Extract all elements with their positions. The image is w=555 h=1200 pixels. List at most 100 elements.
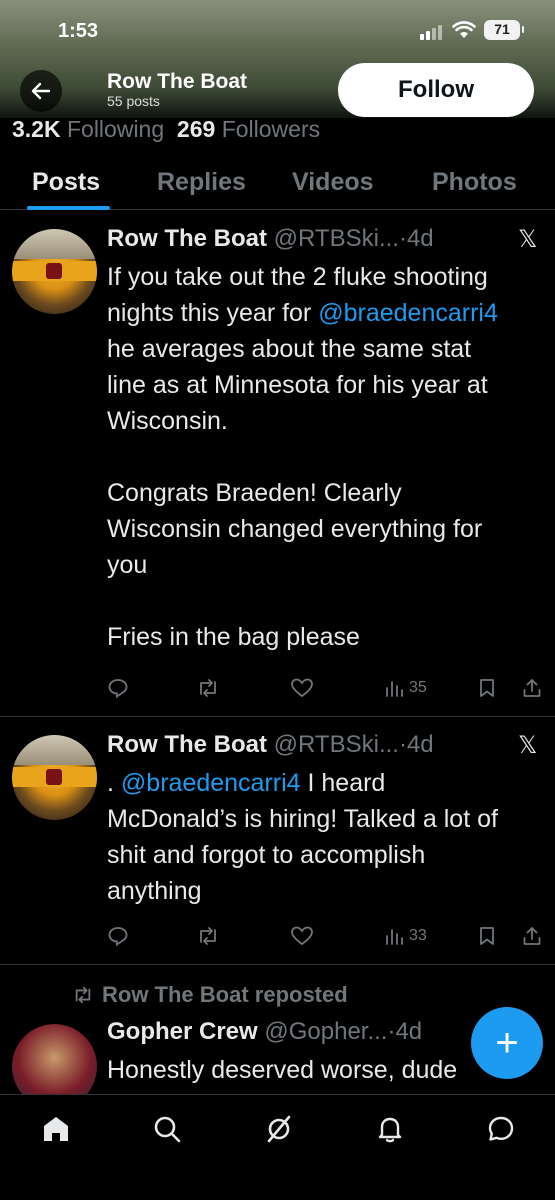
post-line: shit and forgot to accomplish <box>107 841 426 869</box>
heart-icon <box>291 678 313 698</box>
share-button[interactable] <box>521 921 543 951</box>
followers-count[interactable]: 269 <box>177 116 215 142</box>
avatar[interactable] <box>12 735 97 820</box>
views-button[interactable]: 35 <box>384 673 427 703</box>
post-2[interactable]: Row The Boat @RTBSki...·4d 𝕏 . @braedenc… <box>0 717 555 965</box>
views-chart-icon <box>386 929 403 945</box>
like-button[interactable] <box>290 673 314 703</box>
tab-replies[interactable]: Replies <box>157 168 246 197</box>
nav-search[interactable] <box>149 1111 185 1147</box>
author-name[interactable]: Row The Boat <box>107 225 267 252</box>
status-time: 1:53 <box>58 20 99 42</box>
post-header: Gopher Crew @Gopher...·4d <box>107 1018 422 1046</box>
share-button[interactable] <box>521 673 543 703</box>
post-line: he averages about the same stat <box>107 335 472 363</box>
tab-posts[interactable]: Posts <box>32 168 100 197</box>
bottom-navigation <box>0 1094 555 1200</box>
arrow-left-icon <box>31 82 51 100</box>
post-line: you <box>107 551 148 579</box>
post-time: ·4d <box>398 225 434 252</box>
search-icon <box>154 1116 181 1143</box>
author-handle[interactable]: @RTBSki... <box>274 225 399 252</box>
views-button[interactable]: 33 <box>384 921 427 951</box>
bell-icon <box>378 1117 402 1143</box>
battery-level: 71 <box>494 21 510 37</box>
tab-videos[interactable]: Videos <box>292 168 374 197</box>
post-actions: 35 <box>0 673 555 703</box>
post-line: Fries in the bag please <box>107 623 360 651</box>
post-actions: 33 <box>0 921 555 951</box>
author-name[interactable]: Gopher Crew <box>107 1018 258 1045</box>
profile-tabs: Posts Replies Videos Photos <box>0 156 555 210</box>
compose-post-button[interactable]: + <box>471 1007 543 1079</box>
author-handle[interactable]: @Gopher... <box>264 1018 387 1045</box>
post-line: anything <box>107 877 202 905</box>
repost-indicator[interactable]: Row The Boat reposted <box>70 982 348 1008</box>
bookmark-icon <box>480 927 494 945</box>
mention-link[interactable]: @braedencarri4 <box>121 769 301 797</box>
post-time: ·4d <box>398 731 434 758</box>
x-logo-icon[interactable]: 𝕏 <box>518 731 537 760</box>
repost-button[interactable] <box>196 921 220 951</box>
following-label[interactable]: Following <box>67 116 164 142</box>
repost-button[interactable] <box>196 673 220 703</box>
share-icon <box>523 927 541 945</box>
views-count: 33 <box>409 927 427 944</box>
post-header: Row The Boat @RTBSki...·4d <box>107 225 434 253</box>
nav-notifications[interactable] <box>372 1111 408 1147</box>
reply-icon <box>108 927 128 947</box>
posts-count: 55 posts <box>107 93 160 109</box>
author-name[interactable]: Row The Boat <box>107 731 267 758</box>
like-button[interactable] <box>290 921 314 951</box>
x-logo-icon[interactable]: 𝕏 <box>518 225 537 254</box>
follow-stats: 3.2K Following 269 Followers <box>12 116 320 143</box>
repost-icon <box>200 927 216 945</box>
bookmark-icon <box>480 679 494 697</box>
post-line: Wisconsin. <box>107 407 228 435</box>
mention-link[interactable]: @braedencarri4 <box>318 299 498 327</box>
post-line: nights this year for @braedencarri4 <box>107 299 498 327</box>
post-line: Congrats Braeden! Clearly <box>107 479 402 507</box>
views-count: 35 <box>409 679 427 696</box>
repost-label: Row The Boat reposted <box>102 982 348 1007</box>
back-button[interactable] <box>20 70 62 112</box>
repost-icon <box>200 679 216 697</box>
nav-messages[interactable] <box>483 1111 519 1147</box>
post-text: If you take out the 2 fluke shooting nig… <box>107 259 547 655</box>
nav-home[interactable] <box>38 1111 74 1147</box>
cellular-signal-icon <box>420 24 446 40</box>
bookmark-button[interactable] <box>477 673 497 703</box>
grok-icon <box>267 1115 291 1143</box>
post-1[interactable]: Row The Boat @RTBSki...·4d 𝕏 If you take… <box>0 211 555 717</box>
reply-button[interactable] <box>107 673 129 703</box>
reply-button[interactable] <box>107 921 129 951</box>
post-header: Row The Boat @RTBSki...·4d <box>107 731 434 759</box>
author-handle[interactable]: @RTBSki... <box>274 731 399 758</box>
heart-icon <box>291 926 313 946</box>
share-icon <box>523 679 541 697</box>
post-line: McDonald’s is hiring! Talked a lot of <box>107 805 498 833</box>
profile-title: Row The Boat <box>107 70 247 93</box>
tab-photos[interactable]: Photos <box>432 168 517 197</box>
post-line: If you take out the 2 fluke shooting <box>107 263 488 291</box>
follow-button[interactable]: Follow <box>338 63 534 117</box>
reply-icon <box>108 679 128 699</box>
followers-label[interactable]: Followers <box>222 116 320 142</box>
active-tab-indicator <box>27 206 110 210</box>
message-icon <box>488 1116 514 1141</box>
nav-grok[interactable] <box>261 1111 297 1147</box>
avatar[interactable] <box>12 1024 97 1094</box>
post-line <box>107 439 547 475</box>
repost-icon <box>75 986 91 1004</box>
wifi-icon <box>452 21 476 38</box>
avatar[interactable] <box>12 229 97 314</box>
views-chart-icon <box>386 681 403 697</box>
post-line: . @braedencarri4 I heard <box>107 769 386 797</box>
post-line: Wisconsin changed everything for <box>107 515 483 543</box>
battery-icon: 71 <box>484 20 524 40</box>
post-line: line as at Minnesota for his year at <box>107 371 488 399</box>
bookmark-button[interactable] <box>477 921 497 951</box>
status-bar: 1:53 71 <box>0 0 555 62</box>
post-line <box>107 583 547 619</box>
following-count[interactable]: 3.2K <box>12 116 61 142</box>
